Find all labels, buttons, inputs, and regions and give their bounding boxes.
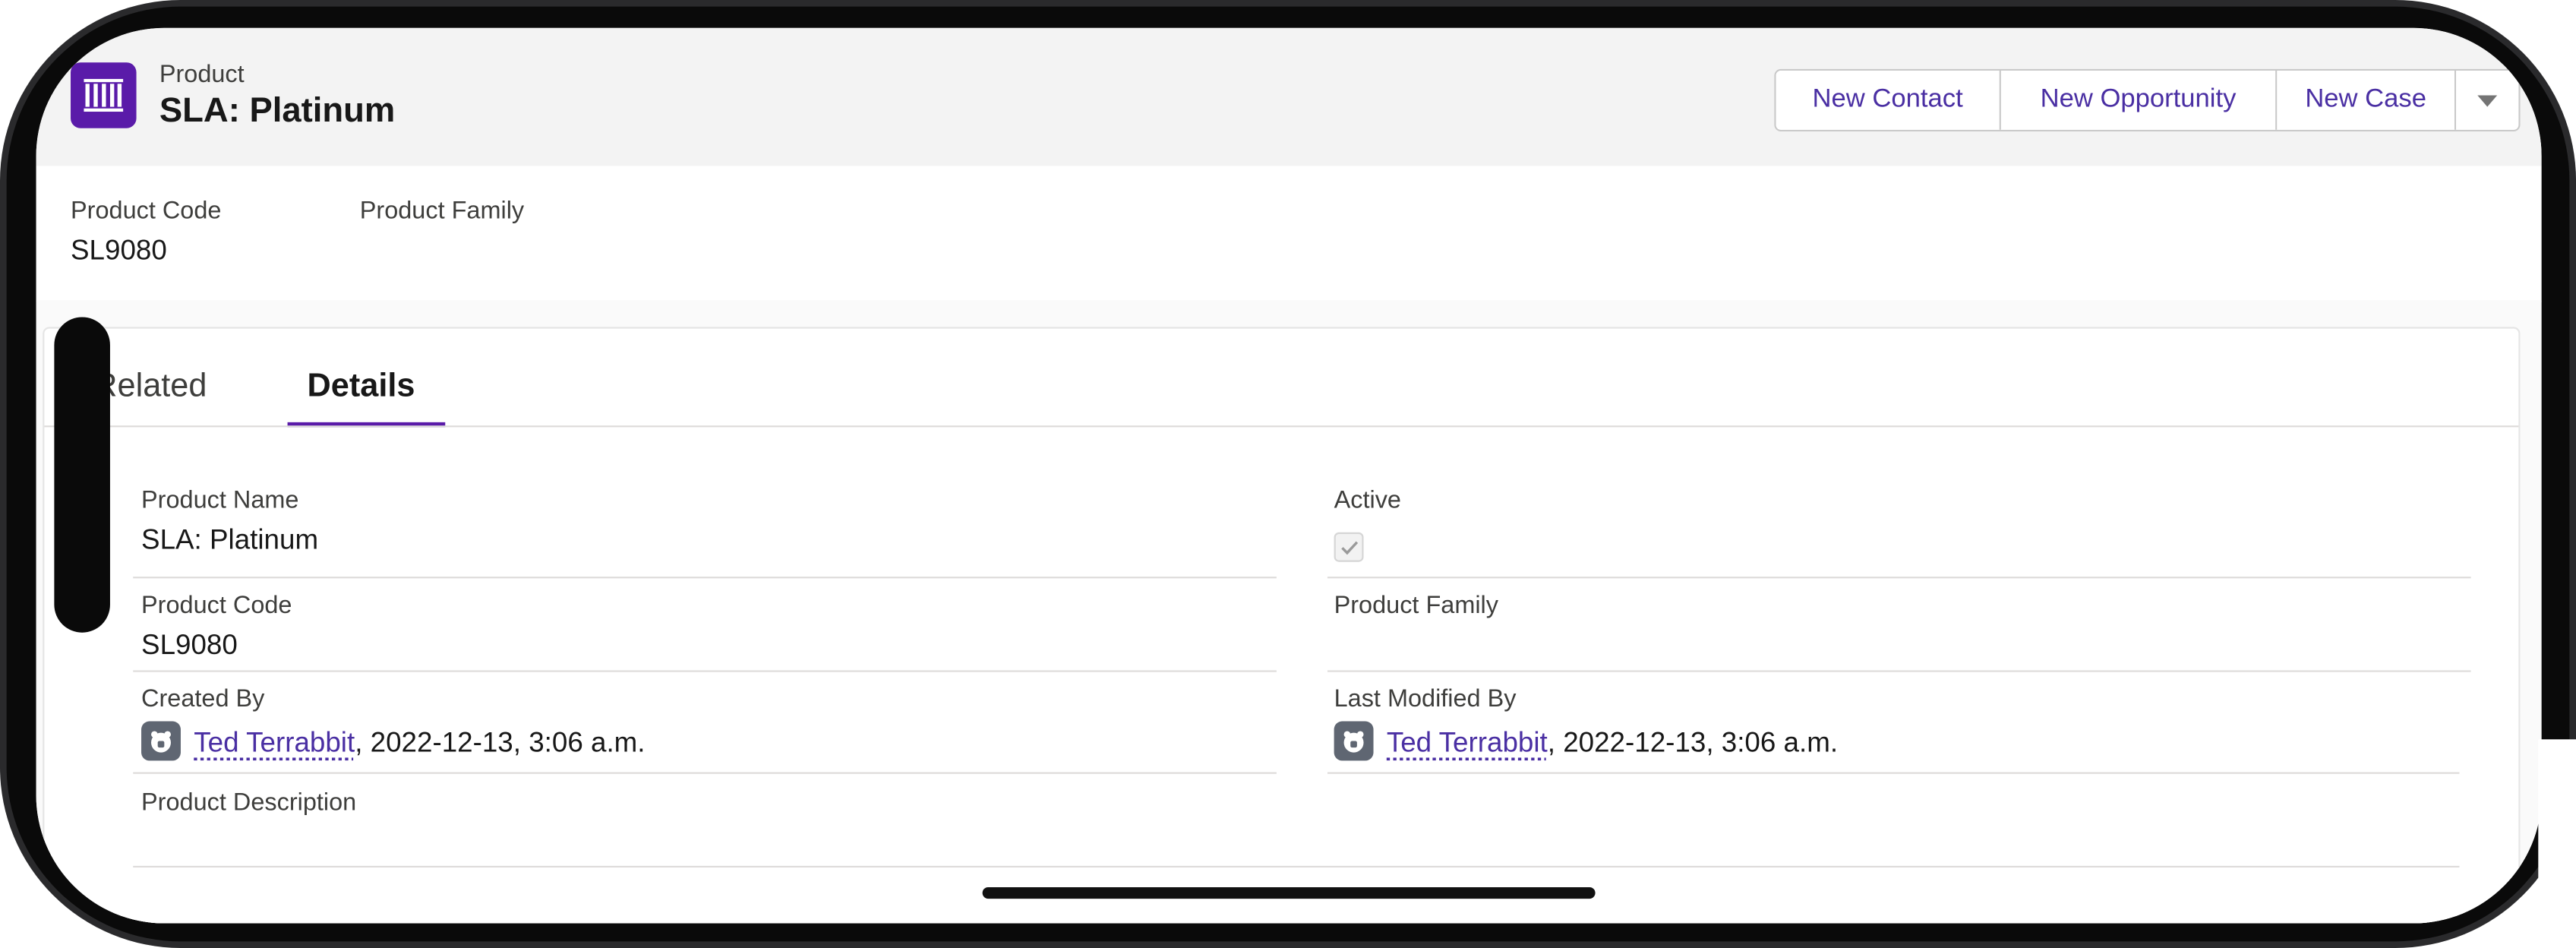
last-modified-by-user-link[interactable]: Ted Terrabbit: [1387, 727, 1548, 758]
device-frame: Product SLA: Platinum New Contact New Op…: [0, 0, 2576, 948]
app-screen: Product SLA: Platinum New Contact New Op…: [36, 27, 2542, 924]
home-indicator: [982, 886, 1596, 899]
product-code-label: Product Code: [141, 591, 292, 620]
record-title: SLA: Platinum: [159, 92, 396, 130]
active-label: Active: [1334, 486, 1401, 514]
tab-details[interactable]: Details: [308, 368, 415, 406]
highlights-panel: Product Code SL9080 Product Family: [36, 166, 2542, 302]
field-divider: [1327, 772, 2460, 774]
field-divider: [133, 670, 1277, 672]
product-barcode-icon: [84, 78, 124, 112]
record-actions: New Contact New Opportunity New Case: [1774, 68, 2521, 132]
last-modified-by-value: Ted Terrabbit, 2022-12-13, 3:06 a.m.: [1334, 721, 1839, 764]
check-icon: [1340, 540, 1358, 555]
product-description-label: Product Description: [141, 788, 357, 817]
device-side-edge: [2538, 739, 2576, 907]
record-header: Product SLA: Platinum New Contact New Op…: [36, 27, 2542, 166]
field-divider: [1327, 577, 2471, 579]
created-by-value: Ted Terrabbit, 2022-12-13, 3:06 a.m.: [141, 721, 646, 764]
tab-divider: [44, 425, 2519, 428]
user-avatar-icon: [1334, 721, 1374, 761]
product-name-label: Product Name: [141, 486, 299, 514]
product-icon: [71, 62, 137, 128]
field-divider: [133, 865, 2460, 868]
last-modified-by-date: , 2022-12-13, 3:06 a.m.: [1547, 727, 1839, 759]
new-opportunity-button[interactable]: New Opportunity: [2000, 71, 2278, 130]
last-modified-by-label: Last Modified By: [1334, 684, 1517, 713]
highlight-product-code-value: SL9080: [71, 235, 167, 267]
new-contact-button[interactable]: New Contact: [1776, 71, 2001, 130]
main-area: Related Details Product Name SLA: Platin…: [36, 300, 2542, 924]
active-checkbox: [1334, 532, 1364, 562]
highlight-product-family-label: Product Family: [359, 197, 525, 226]
field-divider: [1327, 670, 2471, 672]
more-actions-button[interactable]: [2456, 71, 2519, 130]
product-code-value: SL9080: [141, 629, 238, 661]
new-case-button[interactable]: New Case: [2277, 71, 2457, 130]
details-card: Related Details Product Name SLA: Platin…: [43, 327, 2521, 924]
created-by-user-link[interactable]: Ted Terrabbit: [194, 727, 355, 758]
highlight-product-code-label: Product Code: [71, 197, 222, 226]
field-divider: [133, 577, 1277, 579]
object-type-label: Product: [159, 61, 245, 89]
camera-notch: [54, 317, 110, 633]
created-by-label: Created By: [141, 684, 265, 713]
user-avatar-icon: [141, 721, 181, 761]
field-divider: [133, 772, 1277, 774]
tab-related[interactable]: Related: [93, 368, 207, 406]
product-family-label: Product Family: [1334, 591, 1498, 620]
created-by-date: , 2022-12-13, 3:06 a.m.: [355, 727, 646, 759]
product-name-value: SLA: Platinum: [141, 523, 319, 556]
chevron-down-icon: [2477, 94, 2498, 106]
